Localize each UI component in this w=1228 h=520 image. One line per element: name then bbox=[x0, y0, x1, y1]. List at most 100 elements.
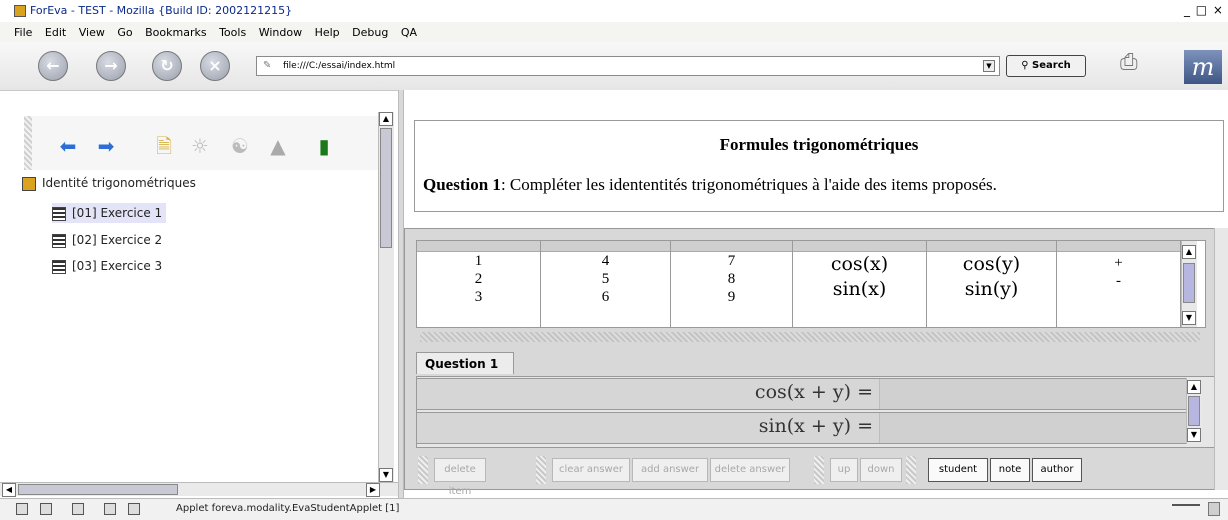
menu-window[interactable]: Window bbox=[259, 26, 302, 39]
item-number[interactable]: 7 bbox=[671, 252, 792, 270]
irc-icon[interactable] bbox=[128, 503, 140, 515]
graduation-cap-icon[interactable]: ▲ bbox=[266, 136, 290, 156]
answers-vertical-scrollbar[interactable]: ▲ ▼ bbox=[1186, 378, 1202, 444]
scroll-down-icon[interactable]: ▼ bbox=[1182, 311, 1196, 325]
item-number[interactable]: 6 bbox=[541, 288, 670, 306]
tree-item[interactable]: [02] Exercice 2 bbox=[52, 230, 166, 250]
tree-item[interactable]: [03] Exercice 3 bbox=[52, 256, 166, 276]
button-grip[interactable] bbox=[814, 456, 824, 484]
delete-item-button[interactable]: delete item bbox=[434, 458, 486, 497]
scroll-down-icon[interactable]: ▼ bbox=[379, 468, 393, 482]
menu-go[interactable]: Go bbox=[117, 26, 132, 39]
scroll-up-icon[interactable]: ▲ bbox=[379, 112, 393, 126]
up-button[interactable]: up bbox=[830, 458, 858, 482]
question-label: Question 1 bbox=[423, 175, 501, 194]
items-column[interactable]: 7 8 9 bbox=[671, 241, 793, 327]
splitter-handle[interactable] bbox=[420, 332, 1200, 342]
scroll-down-icon[interactable]: ▼ bbox=[1187, 428, 1201, 442]
items-column[interactable]: + - bbox=[1057, 241, 1181, 327]
tree-item[interactable]: [01] Exercice 1 bbox=[52, 203, 167, 223]
mozilla-logo-icon[interactable]: m bbox=[1184, 50, 1222, 84]
status-bar: Applet foreva.modality.EvaStudentApplet … bbox=[0, 498, 1228, 520]
add-answer-button[interactable]: add answer bbox=[632, 458, 708, 482]
security-lock-icon[interactable] bbox=[1208, 502, 1220, 516]
document-icon[interactable]: 🗎 bbox=[152, 136, 176, 156]
item-operator[interactable]: + bbox=[1057, 254, 1180, 272]
tab-question-1[interactable]: Question 1 bbox=[416, 352, 514, 374]
scroll-thumb[interactable] bbox=[1183, 263, 1195, 303]
window-controls[interactable]: _ □ × bbox=[1184, 3, 1224, 17]
online-status-icon[interactable] bbox=[1172, 504, 1200, 516]
bulb-icon[interactable]: ☼ bbox=[188, 136, 212, 156]
item-formula[interactable]: sin(x) bbox=[793, 277, 926, 302]
page-title: Formules trigonométriques bbox=[719, 135, 919, 154]
button-grip[interactable] bbox=[418, 456, 428, 484]
item-number[interactable]: 5 bbox=[541, 270, 670, 288]
item-formula[interactable]: cos(y) bbox=[927, 252, 1056, 277]
item-number[interactable]: 1 bbox=[417, 252, 540, 270]
items-column[interactable]: cos(y) sin(y) bbox=[927, 241, 1057, 327]
item-operator[interactable]: - bbox=[1057, 272, 1180, 290]
url-bar[interactable]: ✎ file:///C:/essai/index.html ▼ bbox=[256, 56, 1000, 76]
left-vertical-scrollbar[interactable]: ▲ ▼ bbox=[378, 112, 394, 482]
items-column[interactable]: 1 2 3 bbox=[417, 241, 541, 327]
menu-view[interactable]: View bbox=[79, 26, 105, 39]
button-grip[interactable] bbox=[536, 456, 546, 484]
item-number[interactable]: 9 bbox=[671, 288, 792, 306]
scroll-thumb[interactable] bbox=[1188, 396, 1200, 426]
item-number[interactable]: 8 bbox=[671, 270, 792, 288]
items-vertical-scrollbar[interactable]: ▲ ▼ bbox=[1181, 241, 1197, 327]
delete-answer-button[interactable]: delete answer bbox=[710, 458, 790, 482]
back-arrow-icon[interactable]: ⬅ bbox=[56, 136, 80, 156]
reload-button[interactable]: ↻ bbox=[152, 51, 182, 81]
scroll-thumb[interactable] bbox=[380, 128, 392, 248]
hscroll-thumb[interactable] bbox=[18, 484, 178, 495]
items-column[interactable]: cos(x) sin(x) bbox=[793, 241, 927, 327]
scroll-left-icon[interactable]: ◀ bbox=[2, 483, 16, 497]
applet-vertical-scrollbar[interactable] bbox=[1214, 228, 1228, 490]
exit-door-icon[interactable]: ▮ bbox=[312, 136, 336, 156]
scroll-up-icon[interactable]: ▲ bbox=[1187, 380, 1201, 394]
note-button[interactable]: note bbox=[990, 458, 1030, 482]
menu-qa[interactable]: QA bbox=[401, 26, 417, 39]
book-icon bbox=[22, 176, 36, 191]
hint-icon[interactable]: ☯ bbox=[228, 136, 252, 156]
left-horizontal-scrollbar[interactable]: ◀ ▶ bbox=[0, 482, 398, 497]
scroll-right-icon[interactable]: ▶ bbox=[366, 483, 380, 497]
menu-edit[interactable]: Edit bbox=[45, 26, 66, 39]
answer-drop-field[interactable] bbox=[879, 413, 1186, 443]
student-button[interactable]: student bbox=[928, 458, 988, 482]
button-grip[interactable] bbox=[906, 456, 916, 484]
addressbook-icon[interactable] bbox=[104, 503, 116, 515]
composer-icon[interactable] bbox=[72, 503, 84, 515]
stop-button[interactable]: × bbox=[200, 51, 230, 81]
menu-help[interactable]: Help bbox=[315, 26, 340, 39]
menu-debug[interactable]: Debug bbox=[352, 26, 388, 39]
print-icon[interactable]: ⎙ bbox=[1120, 50, 1154, 80]
navigator-icon[interactable] bbox=[16, 503, 28, 515]
back-button[interactable]: ← bbox=[38, 51, 68, 81]
menu-tools[interactable]: Tools bbox=[219, 26, 246, 39]
search-button[interactable]: ⚲ Search bbox=[1006, 55, 1086, 77]
menu-file[interactable]: File bbox=[14, 26, 32, 39]
item-number[interactable]: 3 bbox=[417, 288, 540, 306]
item-number[interactable]: 2 bbox=[417, 270, 540, 288]
author-button[interactable]: author bbox=[1032, 458, 1082, 482]
menu-bookmarks[interactable]: Bookmarks bbox=[145, 26, 206, 39]
mail-icon[interactable] bbox=[40, 503, 52, 515]
tree-root[interactable]: Identité trigonométriques bbox=[22, 176, 196, 191]
scroll-up-icon[interactable]: ▲ bbox=[1182, 245, 1196, 259]
toolbar-grip[interactable] bbox=[24, 116, 32, 170]
items-column[interactable]: 4 5 6 bbox=[541, 241, 671, 327]
answer-lhs: sin(x + y) = bbox=[758, 415, 873, 437]
item-number[interactable]: 4 bbox=[541, 252, 670, 270]
answer-drop-field[interactable] bbox=[879, 379, 1186, 409]
forward-button[interactable]: → bbox=[96, 51, 126, 81]
down-button[interactable]: down bbox=[860, 458, 902, 482]
url-dropdown-icon[interactable]: ▼ bbox=[983, 60, 995, 72]
item-formula[interactable]: sin(y) bbox=[927, 277, 1056, 302]
clear-answer-button[interactable]: clear answer bbox=[552, 458, 630, 482]
item-formula[interactable]: cos(x) bbox=[793, 252, 926, 277]
exercise-icon bbox=[52, 206, 66, 221]
forward-arrow-icon[interactable]: ➡ bbox=[94, 136, 118, 156]
